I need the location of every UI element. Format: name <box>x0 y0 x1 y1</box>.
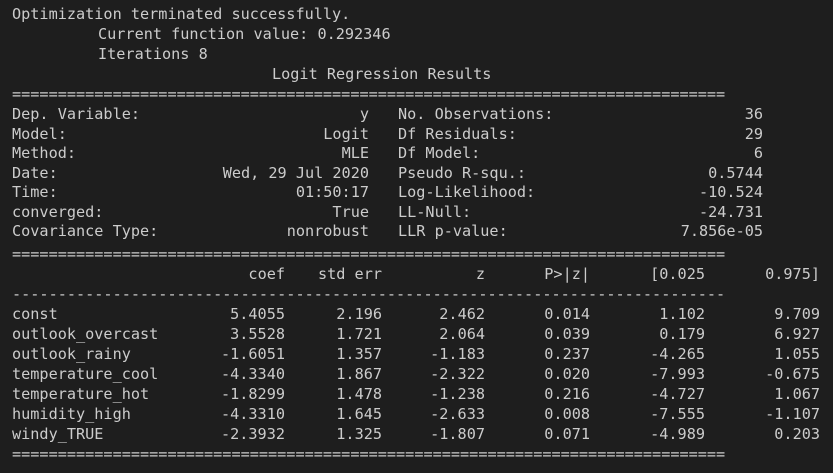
table-cell: -1.238 <box>430 385 485 403</box>
table-cell: 0.216 <box>544 385 590 403</box>
table-cell: 1.357 <box>336 345 382 363</box>
function-value-line: Current function value: 0.292346 <box>0 24 391 44</box>
table-cell: 1.325 <box>336 425 382 443</box>
table-cell: 0.014 <box>544 305 590 323</box>
table-cell: 1.645 <box>336 405 382 423</box>
table-cell: 6.927 <box>774 325 820 343</box>
table-cell: 0.071 <box>544 425 590 443</box>
summary-left-value: MLE <box>341 144 369 162</box>
column-header: z <box>475 265 485 283</box>
optimization-status-text: Optimization terminated successfully. <box>12 5 351 23</box>
column-header: 0.975] <box>765 265 820 283</box>
summary-right-value: 29 <box>744 124 763 143</box>
table-cell: 0.237 <box>544 345 590 363</box>
summary-left-label: Model: <box>12 124 67 143</box>
summary-left-label: Covariance Type: <box>12 222 159 240</box>
table-cell: 0.039 <box>544 325 590 343</box>
terminal-output: Optimization terminated successfully. Cu… <box>0 0 833 473</box>
table-cell: 1.102 <box>659 305 705 323</box>
table-cell: 2.462 <box>439 305 485 323</box>
table-cell: -1.183 <box>430 345 485 363</box>
table-cell: -2.322 <box>430 365 485 383</box>
table-cell: 2.064 <box>439 325 485 343</box>
table-cell: 0.179 <box>659 325 705 343</box>
summary-right-value: -24.731 <box>698 202 763 221</box>
optimization-status-line: Optimization terminated successfully. <box>0 4 350 24</box>
table-cell: 1.055 <box>774 345 820 363</box>
table-cell: 2.196 <box>336 305 382 323</box>
summary-left-label: Time: <box>12 183 58 201</box>
double-rule-text: ========================================… <box>12 85 726 103</box>
summary-right-value: -10.524 <box>698 183 763 201</box>
table-cell: 9.709 <box>774 305 820 323</box>
single-rule-text: ----------------------------------------… <box>12 285 726 303</box>
summary-right-label: No. Observations: <box>398 105 554 123</box>
summary-left-label: Date: <box>12 163 58 182</box>
variable-name: humidity_high <box>12 405 131 423</box>
double-rule-text: ========================================… <box>12 245 726 263</box>
column-header: std err <box>317 265 382 283</box>
table-cell: 0.203 <box>774 425 820 443</box>
summary-left-value: Wed, 29 Jul 2020 <box>222 163 369 182</box>
variable-name: outlook_overcast <box>12 325 159 343</box>
summary-left-value: 01:50:17 <box>295 183 369 201</box>
table-cell: -1.107 <box>765 405 820 423</box>
column-header: P>|z| <box>544 265 590 283</box>
table-cell: -7.993 <box>650 365 705 383</box>
summary-right-value: 6 <box>753 144 763 162</box>
function-value-text: Current function value: 0.292346 <box>98 25 391 43</box>
summary-left-label: Method: <box>12 144 77 162</box>
results-title-line: Logit Regression Results <box>0 64 491 84</box>
summary-right-value: 7.856e-05 <box>680 222 763 240</box>
double-rule-text: ========================================… <box>12 445 726 463</box>
summary-right-label: LLR p-value: <box>398 222 508 240</box>
iterations-line: Iterations 8 <box>0 44 208 64</box>
variable-name: temperature_cool <box>12 365 159 383</box>
variable-name: temperature_hot <box>12 385 150 403</box>
summary-left-value: True <box>332 202 369 221</box>
summary-right-label: Log-Likelihood: <box>398 183 536 201</box>
summary-right-label: LL-Null: <box>398 202 472 221</box>
summary-left-value: y <box>359 105 369 123</box>
table-cell: -2.633 <box>430 405 485 423</box>
variable-name: windy_TRUE <box>12 425 104 443</box>
variable-name: outlook_rainy <box>12 345 131 363</box>
table-cell: 1.067 <box>774 385 820 403</box>
table-cell: -0.675 <box>765 365 820 383</box>
summary-left-label: converged: <box>12 202 104 221</box>
table-cell: -4.989 <box>650 425 705 443</box>
iterations-text: Iterations 8 <box>98 45 208 63</box>
summary-left-value: Logit <box>323 124 369 143</box>
results-title: Logit Regression Results <box>272 65 492 83</box>
table-cell: 1.867 <box>336 365 382 383</box>
summary-right-label: Pseudo R-squ.: <box>398 163 527 182</box>
column-header: [0.025 <box>650 265 705 283</box>
table-cell: 0.008 <box>544 405 590 423</box>
variable-name: const <box>12 305 58 323</box>
table-cell: 0.020 <box>544 365 590 383</box>
table-cell: -1.807 <box>430 425 485 443</box>
summary-left-label: Dep. Variable: <box>12 105 141 123</box>
summary-right-label: Df Model: <box>398 144 481 162</box>
summary-left-value: nonrobust <box>286 222 369 240</box>
table-cell: 1.478 <box>336 385 382 403</box>
summary-right-value: 0.5744 <box>708 163 763 182</box>
table-cell: -4.265 <box>650 345 705 363</box>
summary-right-value: 36 <box>744 105 763 123</box>
table-cell: 1.721 <box>336 325 382 343</box>
summary-right-label: Df Residuals: <box>398 124 517 143</box>
table-cell: -7.555 <box>650 405 705 423</box>
table-cell: -4.727 <box>650 385 705 403</box>
